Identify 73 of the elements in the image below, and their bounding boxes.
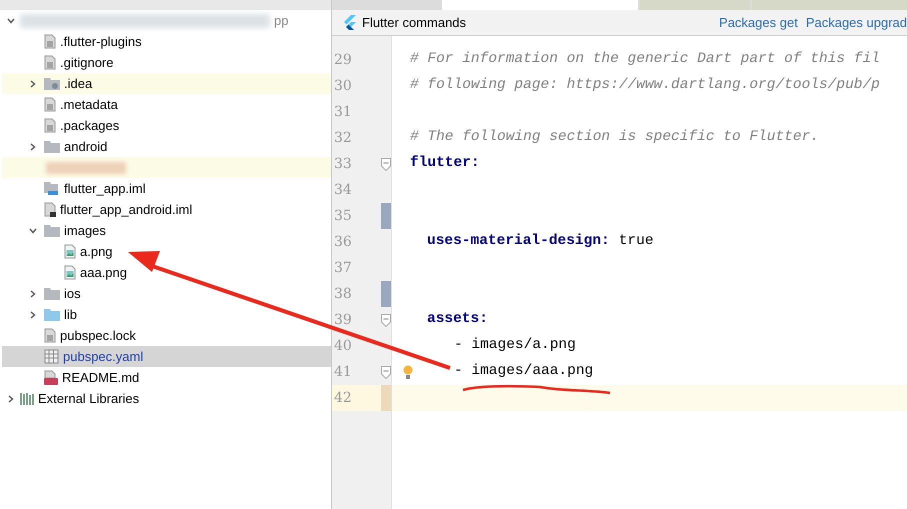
folder-icon — [44, 308, 60, 321]
tree-item[interactable]: lib — [64, 304, 78, 324]
tree-item[interactable]: .metadata — [60, 94, 118, 114]
line-number: 40 — [333, 336, 353, 356]
fold-icon[interactable] — [381, 366, 391, 378]
image-file-icon — [64, 244, 76, 259]
chevron-right-icon[interactable] — [28, 310, 38, 320]
folder-icon — [44, 287, 60, 300]
line-number: 36 — [333, 232, 353, 252]
tree-item[interactable]: External Libraries — [38, 388, 140, 408]
tree-item[interactable]: flutter_app.iml — [64, 178, 146, 198]
markdown-file-icon — [44, 370, 58, 385]
yaml-key: flutter: — [410, 153, 480, 175]
tree-item[interactable]: .gitignore — [60, 52, 114, 72]
tree-item[interactable]: flutter_app_android.iml — [60, 200, 192, 220]
line-number: 35 — [333, 206, 353, 226]
yaml-list-item: - images/aaa.png — [454, 362, 594, 382]
tree-item[interactable]: .flutter-plugins — [60, 32, 142, 52]
line-number: 42 — [333, 388, 353, 408]
fold-icon[interactable] — [381, 158, 391, 170]
line-number: 29 — [333, 50, 353, 70]
toolbar-title: Flutter commands — [362, 14, 466, 32]
yaml-value: true — [618, 232, 654, 252]
tree-item[interactable]: aaa.png — [80, 262, 127, 282]
tree-item[interactable]: android — [64, 136, 108, 156]
chevron-right-icon[interactable] — [28, 288, 38, 298]
change-marker[interactable] — [381, 281, 391, 307]
table-file-icon — [44, 349, 59, 364]
lightbulb-icon[interactable] — [403, 364, 413, 380]
tree-item[interactable]: .idea — [64, 74, 92, 94]
chevron-right-icon[interactable] — [28, 78, 38, 88]
line-number: 39 — [333, 310, 353, 330]
code-comment: # For information on the generic Dart part of this fil — [410, 50, 880, 70]
change-marker[interactable] — [381, 203, 391, 229]
line-number: 38 — [333, 284, 353, 304]
yaml-key: assets: — [427, 309, 488, 331]
library-icon — [20, 392, 34, 405]
project-name[interactable]: pp — [274, 10, 288, 30]
code-comment: # The following section is specific to Flutter. — [410, 128, 819, 148]
tree-item[interactable]: images — [64, 220, 106, 240]
code-comment: # following page: https://www.dartlang.org/tools/pub/p — [410, 76, 880, 96]
tree-item[interactable]: pubspec.yaml — [63, 346, 144, 366]
file-icon — [44, 97, 56, 112]
file-icon — [44, 34, 56, 49]
line-number: 33 — [333, 154, 353, 174]
folder-icon — [44, 140, 60, 153]
file-icon — [44, 328, 56, 343]
flutter-logo-icon — [344, 15, 356, 30]
file-icon — [44, 118, 56, 133]
fold-icon[interactable] — [381, 314, 391, 326]
file-icon — [44, 202, 56, 217]
line-number: 34 — [333, 180, 353, 200]
line-number: 41 — [333, 362, 353, 382]
toolbar-link[interactable]: Packages upgrad — [806, 12, 907, 32]
line-number: 37 — [333, 258, 353, 278]
tree-item[interactable]: README.md — [62, 368, 140, 388]
file-icon — [44, 55, 56, 70]
image-file-icon — [64, 265, 76, 280]
module-file-icon — [44, 181, 60, 196]
tree-item[interactable]: .packages — [60, 116, 120, 136]
line-number: 31 — [333, 102, 353, 122]
yaml-list-item: - images/a.png — [454, 336, 576, 356]
folder-icon — [44, 224, 60, 237]
chevron-right-icon[interactable] — [28, 142, 38, 152]
tree-item[interactable]: a.png — [80, 242, 113, 262]
line-number: 30 — [333, 76, 353, 96]
tree-item[interactable]: ios — [64, 284, 81, 304]
chevron-right-icon[interactable] — [6, 394, 16, 404]
tree-item[interactable]: pubspec.lock — [60, 326, 136, 346]
line-number: 32 — [333, 128, 353, 148]
folder-icon — [44, 77, 60, 90]
toolbar-link[interactable]: Packages get — [719, 12, 798, 32]
yaml-key: uses-material-design: — [427, 231, 610, 253]
